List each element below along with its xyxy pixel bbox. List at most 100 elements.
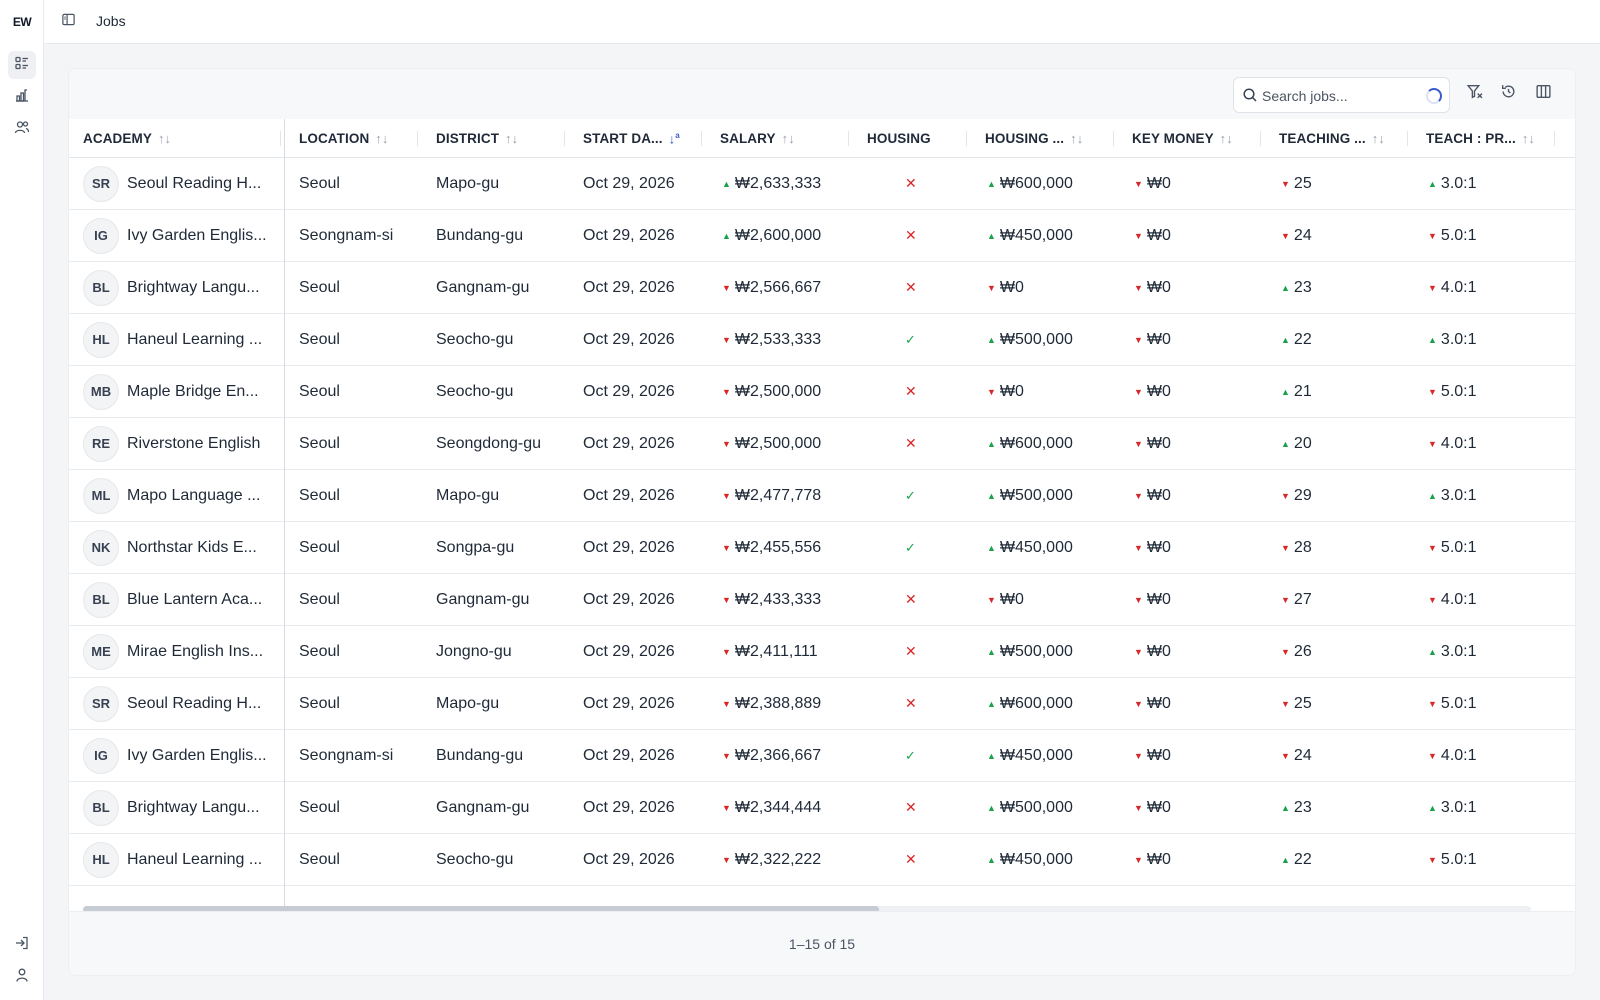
filter-button[interactable]: [1462, 82, 1486, 106]
table-row[interactable]: ML Mapo Language ... Seoul Mapo-gu Oct 29, 2…: [69, 470, 1575, 522]
salary-cell-value: ₩2,500,000: [734, 382, 822, 400]
column-resize-handle[interactable]: [564, 131, 565, 146]
column-header-housing[interactable]: HOUSING: [867, 119, 931, 158]
trend-down-icon: ▼: [1134, 334, 1143, 345]
start-date-cell-value: Oct 29, 2026: [583, 694, 675, 712]
app-logo[interactable]: EW: [11, 12, 33, 32]
teach-prep-ratio-cell: ▼ 5.0:1: [1428, 678, 1477, 729]
sort-icon[interactable]: ↑↓: [375, 131, 388, 146]
teach-prep-ratio-cell: ▼ 4.0:1: [1428, 574, 1477, 625]
academy-name[interactable]: Haneul Learning ...: [127, 851, 262, 869]
close-icon: ✕: [905, 695, 917, 711]
reset-button[interactable]: [1496, 82, 1520, 106]
column-header-salary[interactable]: SALARY ↑↓: [720, 119, 795, 158]
profile-button[interactable]: [8, 963, 36, 991]
column-header-key_money[interactable]: KEY MONEY ↑↓: [1132, 119, 1233, 158]
housing-amount-cell-value: ₩450,000: [999, 226, 1073, 244]
teaching-hours-cell-value: 22: [1293, 330, 1312, 348]
filter-icon: [1466, 83, 1483, 105]
sort-icon[interactable]: ↑↓: [158, 131, 171, 146]
column-header-teaching[interactable]: TEACHING ... ↑↓: [1279, 119, 1385, 158]
column-resize-handle[interactable]: [966, 131, 967, 146]
salary-cell-value: ₩2,411,111: [734, 642, 818, 660]
column-header-ratio[interactable]: TEACH : PR... ↑↓: [1426, 119, 1535, 158]
academy-name[interactable]: Ivy Garden Englis...: [127, 747, 267, 765]
trend-up-icon: ▲: [722, 178, 731, 189]
table-row[interactable]: BL Blue Lantern Aca... Seoul Gangnam-gu Oct …: [69, 574, 1575, 626]
column-resize-handle[interactable]: [417, 131, 418, 146]
column-resize-handle[interactable]: [1113, 131, 1114, 146]
sort-icon[interactable]: ↑↓: [1220, 131, 1233, 146]
column-header-start_date[interactable]: START DA... ↓a: [583, 119, 680, 158]
table-row[interactable]: RE Riverstone English Seoul Seongdong-gu Oct…: [69, 418, 1575, 470]
chart-icon: [14, 87, 30, 108]
teach-prep-ratio-cell-value: 3.0:1: [1440, 642, 1477, 660]
academy-name[interactable]: Seoul Reading H...: [127, 175, 261, 193]
academy-name[interactable]: Maple Bridge En...: [127, 383, 259, 401]
search-box[interactable]: [1233, 77, 1450, 113]
table-row[interactable]: IG Ivy Garden Englis... Seongnam-si Bundang…: [69, 210, 1575, 262]
table-row[interactable]: ME Mirae English Ins... Seoul Jongno-gu Oct …: [69, 626, 1575, 678]
column-resize-handle[interactable]: [848, 131, 849, 146]
table-row[interactable]: MB Maple Bridge En... Seoul Seocho-gu Oct 29…: [69, 366, 1575, 418]
teaching-hours-cell-value: 28: [1293, 538, 1312, 556]
trend-up-icon: ▲: [987, 178, 996, 189]
column-resize-handle[interactable]: [701, 131, 702, 146]
sort-ascending-icon[interactable]: ↓a: [669, 131, 680, 146]
trend-down-icon: ▼: [1281, 542, 1290, 553]
teach-prep-ratio-cell: ▼ 4.0:1: [1428, 730, 1477, 781]
column-resize-handle[interactable]: [1407, 131, 1408, 146]
nav-jobs-button[interactable]: [8, 51, 36, 79]
housing-cell: ✕: [905, 418, 917, 469]
search-input[interactable]: [1262, 85, 1422, 107]
column-header-academy[interactable]: ACADEMY ↑↓: [83, 119, 171, 158]
housing-amount-cell-value: ₩600,000: [999, 174, 1073, 192]
academy-avatar: SR: [83, 685, 119, 722]
academy-name[interactable]: Mapo Language ...: [127, 487, 260, 505]
district-cell-value: Seocho-gu: [436, 850, 514, 868]
academy-name[interactable]: Haneul Learning ...: [127, 331, 262, 349]
key-money-cell: ▼ ₩0: [1134, 366, 1171, 417]
start-date-cell-value: Oct 29, 2026: [583, 850, 675, 868]
housing-cell: ✓: [905, 314, 916, 365]
table-row[interactable]: HL Haneul Learning ... Seoul Seocho-gu Oct 2…: [69, 834, 1575, 886]
table-row[interactable]: SR Seoul Reading H... Seoul Mapo-gu Oct 29, …: [69, 158, 1575, 210]
trend-down-icon: ▼: [1428, 230, 1437, 241]
academy-name[interactable]: Seoul Reading H...: [127, 695, 261, 713]
column-resize-handle[interactable]: [1554, 131, 1555, 146]
table-row[interactable]: BL Brightway Langu... Seoul Gangnam-gu Oct 2…: [69, 782, 1575, 834]
academy-name[interactable]: Ivy Garden Englis...: [127, 227, 267, 245]
sort-icon[interactable]: ↑↓: [782, 131, 795, 146]
columns-button[interactable]: [1531, 82, 1555, 106]
nav-people-button[interactable]: [8, 115, 36, 143]
sign-in-button[interactable]: [8, 931, 36, 959]
column-resize-handle[interactable]: [1260, 131, 1261, 146]
teach-prep-ratio-cell-value: 5.0:1: [1440, 694, 1477, 712]
nav-analytics-button[interactable]: [8, 83, 36, 111]
column-header-label: KEY MONEY: [1132, 131, 1214, 146]
district-cell-value: Jongno-gu: [436, 642, 512, 660]
teaching-hours-cell: ▲ 22: [1281, 314, 1312, 365]
sort-icon[interactable]: ↑↓: [1522, 131, 1535, 146]
academy-name[interactable]: Northstar Kids E...: [127, 539, 257, 557]
table-row[interactable]: SR Seoul Reading H... Seoul Mapo-gu Oct 29, …: [69, 678, 1575, 730]
academy-name[interactable]: Blue Lantern Aca...: [127, 591, 262, 609]
column-resize-handle[interactable]: [280, 131, 281, 146]
column-header-location[interactable]: LOCATION ↑↓: [299, 119, 389, 158]
sort-icon[interactable]: ↑↓: [505, 131, 518, 146]
table-row[interactable]: HL Haneul Learning ... Seoul Seocho-gu Oct 2…: [69, 314, 1575, 366]
sort-icon[interactable]: ↑↓: [1070, 131, 1083, 146]
sidebar-toggle-button[interactable]: [56, 10, 80, 34]
column-header-district[interactable]: DISTRICT ↑↓: [436, 119, 518, 158]
academy-name[interactable]: Mirae English Ins...: [127, 643, 263, 661]
table-row[interactable]: IG Ivy Garden Englis... Seongnam-si Bundang…: [69, 730, 1575, 782]
column-header-housing_allowance[interactable]: HOUSING ... ↑↓: [985, 119, 1083, 158]
table-row[interactable]: BL Brightway Langu... Seoul Gangnam-gu Oct 2…: [69, 262, 1575, 314]
start-date-cell-value: Oct 29, 2026: [583, 382, 675, 400]
academy-name[interactable]: Brightway Langu...: [127, 279, 260, 297]
housing-cell: ✕: [905, 574, 917, 625]
table-row[interactable]: NK Northstar Kids E... Seoul Songpa-gu Oct 2…: [69, 522, 1575, 574]
academy-name[interactable]: Riverstone English: [127, 435, 260, 453]
academy-name[interactable]: Brightway Langu...: [127, 799, 260, 817]
sort-icon[interactable]: ↑↓: [1372, 131, 1385, 146]
